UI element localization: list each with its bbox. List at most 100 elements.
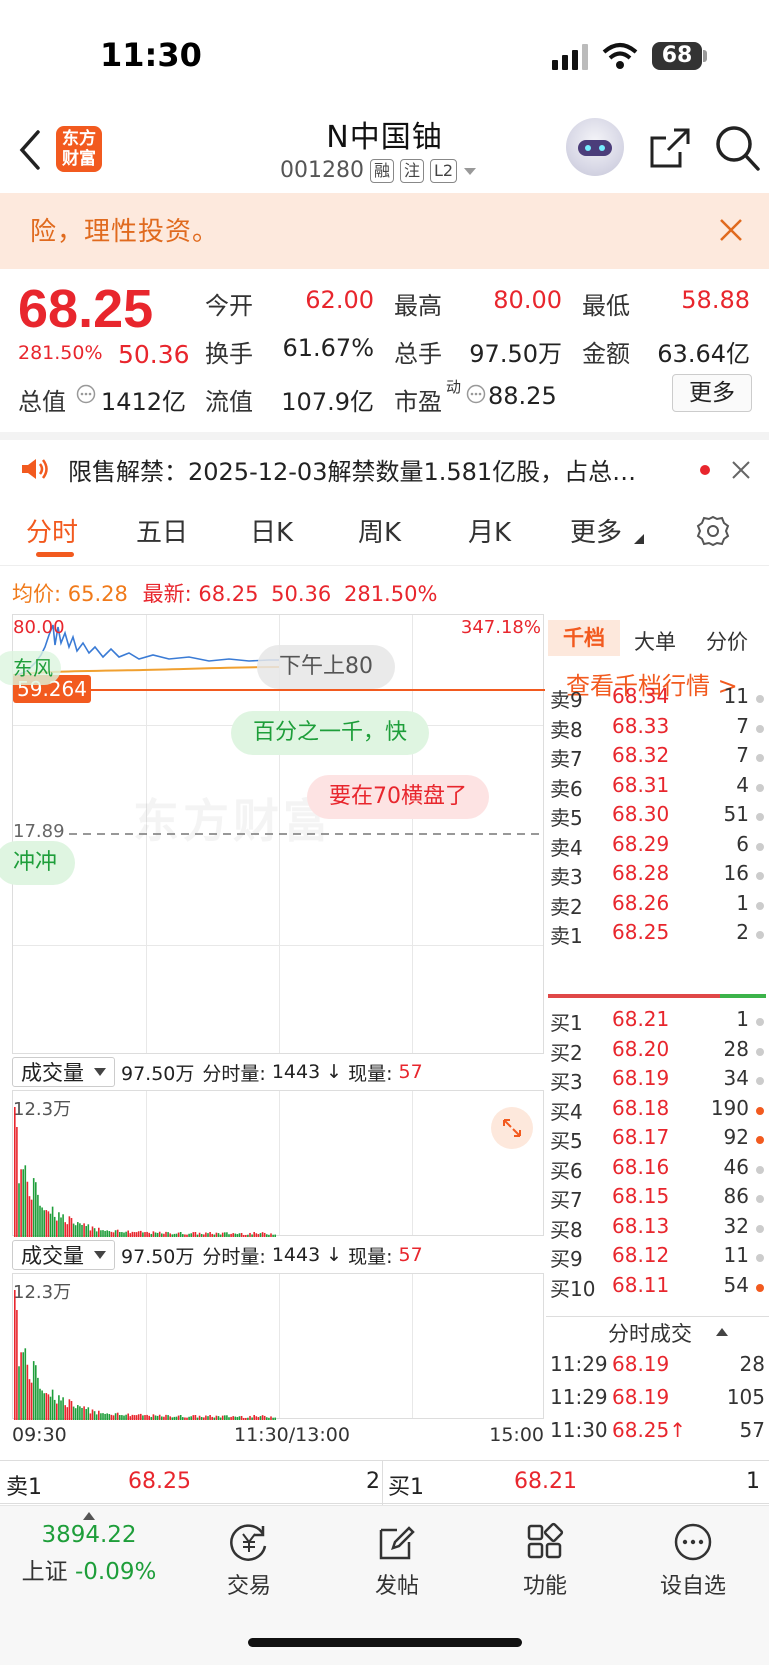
volume-bar: [234, 1416, 237, 1420]
volume-indicator-select[interactable]: 成交量: [12, 1057, 115, 1087]
volume-bar: [72, 1406, 75, 1420]
volume-bar: [74, 1408, 77, 1420]
book-asks-row[interactable]: 卖2 68.26 1: [546, 891, 769, 922]
trade-button[interactable]: 交易: [174, 1514, 324, 1600]
volume-bar: [20, 1169, 22, 1237]
book-bids-row[interactable]: 买2 68.20 28: [546, 1037, 769, 1068]
book-bids-row[interactable]: 买8 68.13 32: [546, 1214, 769, 1245]
comment-bubble[interactable]: 百分之一千，快: [231, 711, 430, 755]
tab-monthly-k[interactable]: 月K: [468, 512, 511, 549]
book-bids-row[interactable]: 买7 68.15 86: [546, 1184, 769, 1215]
book-tab-price-dist[interactable]: 分价: [706, 626, 748, 656]
book-tab-thousand[interactable]: 千档: [548, 620, 620, 656]
volume-bar: [74, 1225, 77, 1237]
comment-bubble[interactable]: 东风: [0, 651, 61, 685]
share-icon[interactable]: [648, 126, 692, 170]
volume-bar: [56, 1220, 58, 1237]
book-bids-row[interactable]: 买6 68.16 46: [546, 1155, 769, 1186]
add-watchlist-button[interactable]: 设自选: [618, 1514, 768, 1600]
volume-bar: [91, 1409, 94, 1420]
yuan-exchange-icon: [230, 1524, 267, 1561]
volume-chart-2[interactable]: 12.3万: [12, 1273, 544, 1420]
volume-bar: [14, 1107, 16, 1237]
volume-bar: [112, 1415, 115, 1420]
volume-bar: [175, 1416, 178, 1420]
features-button[interactable]: 功能: [470, 1514, 620, 1600]
info-dots-icon[interactable]: [466, 384, 486, 404]
book-asks-row[interactable]: 卖4 68.29 6: [546, 832, 769, 863]
volume-bar: [238, 1416, 241, 1420]
book-asks-row[interactable]: 卖3 68.28 16: [546, 861, 769, 892]
book-asks-row[interactable]: 卖7 68.32 7: [546, 743, 769, 774]
turnover-label: 换手: [205, 340, 253, 368]
mcap-value: 1412亿: [100, 388, 186, 416]
search-icon[interactable]: [714, 124, 760, 172]
volume-bar: [95, 1414, 98, 1420]
caret-up-icon: [83, 1512, 95, 1520]
book-price: 68.15: [612, 1184, 670, 1208]
ai-assistant-robot-icon[interactable]: [566, 118, 624, 176]
volume-bar: [215, 1415, 218, 1420]
book-asks-row[interactable]: 卖6 68.31 4: [546, 773, 769, 804]
tab-daily-k[interactable]: 日K: [250, 512, 293, 549]
book-asks-row[interactable]: 卖9 68.34 11: [546, 684, 769, 715]
volume-bar: [232, 1416, 234, 1420]
book-volume: 1: [736, 890, 749, 915]
book-bids-row[interactable]: 买5 68.17 92: [546, 1125, 769, 1156]
corner-caret-icon: [634, 534, 644, 544]
book-tab-big-order[interactable]: 大单: [634, 626, 676, 656]
book-price: 68.25: [612, 920, 670, 944]
comment-bubble[interactable]: 下午上80: [257, 645, 395, 689]
close-icon[interactable]: [731, 460, 751, 480]
book-change-dot: [756, 1136, 764, 1144]
tab-five-day[interactable]: 五日: [136, 512, 188, 549]
volume-bar: [68, 1399, 71, 1420]
caret-up-icon[interactable]: [716, 1328, 728, 1336]
comment-bubble[interactable]: 冲冲: [0, 841, 76, 885]
book-change-dot: [756, 1254, 764, 1262]
volume-bar: [142, 1415, 144, 1420]
pe-value: 88.25: [488, 382, 557, 410]
volume-bar: [79, 1223, 81, 1237]
intraday-price-chart[interactable]: 东方财富 80.00 347.18% 59.264 17.89 东风 冲冲 下午…: [0, 614, 545, 1054]
dropdown-caret-icon[interactable]: [463, 166, 477, 176]
book-bids-row[interactable]: 买9 68.12 11: [546, 1243, 769, 1274]
volume-bar: [56, 1403, 58, 1420]
book-volume: 11: [723, 684, 749, 708]
post-button[interactable]: 发帖: [322, 1514, 472, 1600]
gear-icon[interactable]: [696, 514, 730, 548]
book-bids-row[interactable]: 买3 68.19 34: [546, 1066, 769, 1097]
volume-bar: [127, 1413, 129, 1420]
book-price: 68.28: [612, 861, 670, 885]
book-change-dot: [756, 1018, 764, 1026]
book-asks-row[interactable]: 卖1 68.25 2: [546, 920, 769, 951]
tab-more[interactable]: 更多: [570, 512, 622, 549]
notice-bar[interactable]: 限售解禁：2025-12-03解禁数量1.581亿股，占总…: [0, 432, 769, 494]
book-bids-row[interactable]: 买1 68.21 1: [546, 1007, 769, 1038]
time-mid: 11:30/13:00: [234, 1424, 350, 1446]
book-asks-row[interactable]: 卖5 68.30 51: [546, 802, 769, 833]
book-level-label: 买4: [550, 1099, 583, 1124]
change-amount: 50.36: [118, 340, 190, 369]
book-asks-row[interactable]: 卖8 68.33 7: [546, 714, 769, 745]
volume-bars: [14, 1107, 276, 1237]
volume-bar: [66, 1407, 69, 1420]
volume-indicator-select[interactable]: 成交量: [12, 1240, 115, 1270]
volume-chart-1[interactable]: 12.3万: [12, 1090, 544, 1237]
volume-bar: [121, 1415, 123, 1420]
index-widget[interactable]: 3894.22 上证 -0.09%: [14, 1506, 164, 1586]
now-volume: 57: [398, 1244, 423, 1266]
volume-bar: [77, 1222, 79, 1237]
tab-intraday[interactable]: 分时: [26, 512, 78, 549]
expand-button[interactable]: [491, 1107, 533, 1149]
book-bids-row[interactable]: 买4 68.18 190: [546, 1096, 769, 1127]
book-bids-row[interactable]: 买10 68.11 54: [546, 1273, 769, 1304]
comment-bubble[interactable]: 要在70横盘了: [307, 775, 489, 819]
book-change-dot: [756, 783, 764, 792]
volume-bar: [217, 1416, 220, 1420]
more-button[interactable]: 更多: [672, 374, 752, 412]
tab-weekly-k[interactable]: 周K: [358, 512, 401, 549]
info-dots-icon[interactable]: [76, 384, 96, 404]
close-icon[interactable]: [718, 217, 744, 243]
volume-bar: [137, 1414, 140, 1420]
